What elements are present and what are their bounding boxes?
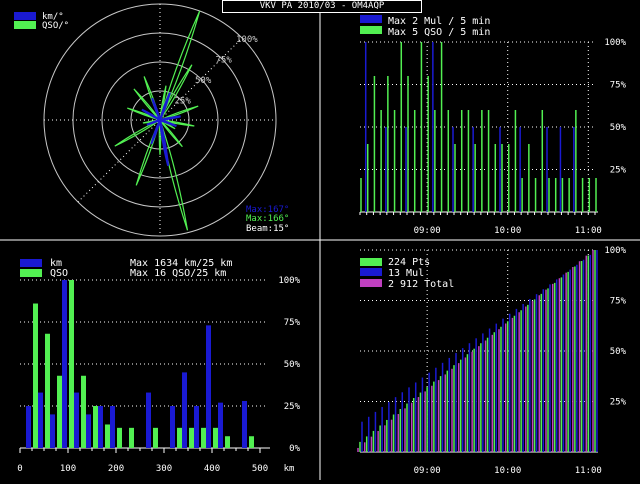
bar-km	[206, 325, 211, 448]
legend-swatch-km-deg	[14, 12, 36, 20]
legend-swatch-pts	[360, 258, 382, 266]
xtick-distance: 200	[108, 464, 124, 474]
bar-qso-distance	[81, 375, 86, 448]
polar-ring-label: 75%	[216, 55, 233, 65]
bar-km	[242, 400, 247, 448]
polar-ring-label: 50%	[195, 76, 212, 86]
bar-qso-distance	[129, 427, 134, 448]
statistics-charts: 25%50%75%100%km/°QSO/°Max:167°Max:166°Be…	[0, 0, 640, 480]
legend-label-pts: 224 Pts	[388, 257, 430, 268]
ytick-distance: 0%	[289, 444, 300, 454]
xtick-rate: 11:00	[575, 226, 602, 236]
ytick-cumulative: 25%	[610, 398, 627, 408]
xtick-rate: 09:00	[414, 226, 441, 236]
legend-label-total: 2 912 Total	[388, 279, 454, 290]
bar-km	[218, 402, 223, 448]
max-label-qso: Max 16 QSO/25 km	[130, 268, 226, 279]
bar-qso-distance	[33, 303, 38, 448]
legend-label-mul: 13 Mul	[388, 268, 424, 279]
bar-km	[170, 406, 175, 448]
note-beam: Beam:15°	[246, 224, 289, 234]
ytick-distance: 100%	[278, 276, 300, 286]
legend-swatch-mul	[360, 268, 382, 276]
bar-qso-distance	[117, 427, 122, 448]
bar-km	[194, 406, 199, 448]
ytick-distance: 50%	[284, 360, 301, 370]
bar-km	[146, 392, 151, 448]
legend-swatch-km	[20, 259, 42, 267]
ytick-cumulative: 50%	[610, 347, 627, 357]
ytick-distance: 75%	[284, 318, 301, 328]
bar-qso-distance	[57, 375, 62, 448]
bar-qso-distance	[249, 436, 254, 448]
bar-km	[26, 406, 31, 448]
bar-km	[86, 414, 91, 448]
polar-ring-label: 25%	[175, 96, 192, 106]
bar-qso-distance	[189, 427, 194, 448]
bar-km	[98, 406, 103, 448]
bar-qso-distance	[93, 406, 98, 448]
note-max-qso: Max:166°	[246, 214, 289, 224]
xtick-distance: 500	[252, 464, 268, 474]
xtick-rate: 10:00	[494, 226, 521, 236]
bar-qso-distance	[213, 427, 218, 448]
ytick-cumulative: 75%	[610, 297, 627, 307]
legend-label-qso: QSO	[50, 268, 68, 279]
xtick-distance: 300	[156, 464, 172, 474]
legend-swatch-mul-rate	[360, 15, 382, 23]
bar-km	[110, 406, 115, 448]
bar-km	[74, 392, 79, 448]
xlabel-distance: km	[284, 464, 295, 474]
legend-swatch-qso-deg	[14, 21, 36, 29]
legend-swatch-total	[360, 279, 382, 287]
bar-km	[50, 414, 55, 448]
xtick-cumulative: 10:00	[494, 466, 521, 476]
ytick-rate: 25%	[610, 166, 627, 176]
window-title: VKV PA 2010/03 - OM4AQP	[222, 0, 422, 13]
legend-swatch-qso	[20, 269, 42, 277]
bar-qso-distance	[225, 436, 230, 448]
bar-qso-distance	[105, 424, 110, 448]
bar-km	[62, 280, 67, 448]
ytick-rate: 100%	[604, 38, 626, 48]
xtick-cumulative: 09:00	[414, 466, 441, 476]
legend-swatch-qso-rate	[360, 26, 382, 34]
legend-label-mul-rate: Max 2 Mul / 5 min	[388, 16, 490, 27]
ytick-rate: 75%	[610, 81, 627, 91]
contest-statistics-screen: 25% 50% 75% 100% km/° QSO/° Max:167° Max:166° Be…	[0, 0, 640, 480]
ytick-cumulative: 100%	[604, 246, 626, 256]
legend-label-qso-rate: Max 5 QSO / 5 min	[388, 27, 490, 38]
xtick-distance: 400	[204, 464, 220, 474]
bar-km	[182, 372, 187, 448]
bar-qso-distance	[69, 280, 74, 448]
bar-qso-distance	[177, 427, 182, 448]
legend-label-qso-deg: QSO/°	[42, 21, 69, 31]
xtick-distance: 100	[60, 464, 76, 474]
polar-ring-label: 100%	[236, 35, 258, 45]
xtick-distance: 0	[17, 464, 22, 474]
ytick-rate: 50%	[610, 123, 627, 133]
bar-qso-distance	[201, 427, 206, 448]
xtick-cumulative: 11:00	[575, 466, 602, 476]
bar-km	[38, 392, 43, 448]
bar-qso-distance	[153, 427, 158, 448]
ytick-distance: 25%	[284, 402, 301, 412]
bar-qso-distance	[45, 333, 50, 448]
